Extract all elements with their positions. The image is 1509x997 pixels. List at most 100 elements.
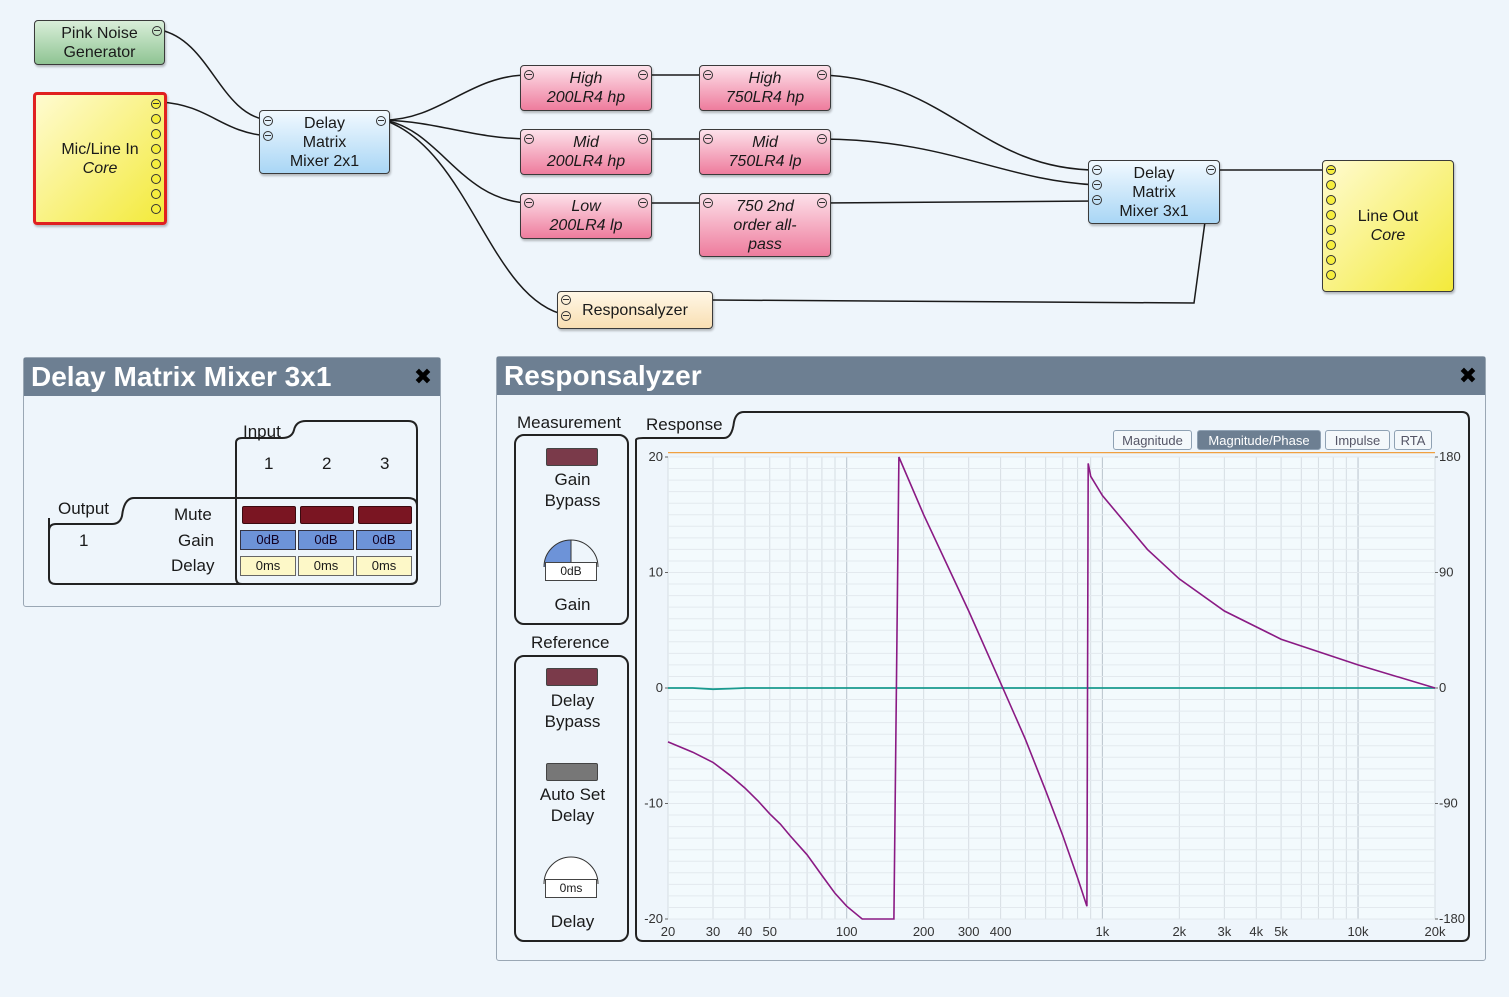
output-port[interactable]	[817, 134, 827, 144]
input-port[interactable]	[561, 295, 571, 305]
input-port[interactable]	[524, 70, 534, 80]
input-2-number: 2	[322, 454, 332, 473]
line-out-core-block[interactable]: Line Out Core	[1322, 160, 1454, 292]
responsalyzer-block[interactable]: Responsalyzer	[557, 291, 713, 329]
input-port[interactable]	[1092, 165, 1102, 175]
output-port[interactable]	[151, 204, 161, 214]
low-200lr4-lp-block[interactable]: Low 200LR4 lp	[520, 193, 652, 239]
auto-set-delay-button[interactable]	[546, 763, 598, 781]
tab-rta[interactable]: RTA	[1394, 430, 1432, 450]
reference-label: Reference	[531, 633, 610, 652]
mid-200lr4-hp-block[interactable]: Mid 200LR4 hp	[520, 129, 652, 175]
input-label: Input	[243, 422, 281, 441]
y-tick-label: -20	[644, 911, 663, 926]
output-port[interactable]	[638, 198, 648, 208]
output-port[interactable]	[817, 70, 827, 80]
input-port[interactable]	[263, 131, 273, 141]
block-label: 750LR4 hp	[725, 89, 805, 106]
output-port[interactable]	[376, 116, 386, 126]
delay-field-1[interactable]: 0ms	[240, 556, 296, 576]
input-port[interactable]	[524, 134, 534, 144]
mid-750lr4-lp-block[interactable]: Mid 750LR4 lp	[699, 129, 831, 175]
input-port[interactable]	[1326, 225, 1336, 235]
output-port[interactable]	[638, 134, 648, 144]
mic-line-in-core-block[interactable]: Mic/Line In Core	[33, 92, 167, 225]
x-tick-label: 3k	[1217, 924, 1231, 939]
output-port[interactable]	[151, 159, 161, 169]
tab-magnitude-phase[interactable]: Magnitude/Phase	[1197, 430, 1321, 450]
input-port[interactable]	[1326, 165, 1336, 175]
high-200lr4-hp-block[interactable]: High 200LR4 hp	[520, 65, 652, 111]
output-port[interactable]	[151, 174, 161, 184]
output-port[interactable]	[151, 99, 161, 109]
high-750lr4-hp-block[interactable]: High 750LR4 hp	[699, 65, 831, 111]
wire-pinknoise-dmm2x1	[159, 29, 269, 121]
close-icon[interactable]: ✖	[1457, 365, 1479, 387]
x-tick-label: 20k	[1425, 924, 1446, 939]
input-port[interactable]	[1092, 180, 1102, 190]
delay-matrix-mixer-panel: Delay Matrix Mixer 3x1 ✖ Input 1 2 3 Out…	[23, 357, 441, 607]
pink-noise-generator-block[interactable]: Pink Noise Generator	[34, 20, 165, 65]
output-port[interactable]	[151, 114, 161, 124]
block-label: 750 2nd	[736, 197, 794, 215]
input-port[interactable]	[1326, 210, 1336, 220]
delay-knob[interactable]: 0ms	[543, 855, 599, 898]
gain-bypass-button[interactable]	[546, 448, 598, 466]
y-tick-label: -10	[644, 796, 663, 811]
x-tick-label: 5k	[1274, 924, 1288, 939]
block-label: Delay	[304, 114, 345, 132]
block-label: Low	[571, 198, 601, 215]
input-port[interactable]	[1326, 270, 1336, 280]
tab-impulse[interactable]: Impulse	[1325, 430, 1390, 450]
delay-matrix-mixer-3x1-block[interactable]: Delay Matrix Mixer 3x1	[1088, 160, 1220, 224]
gain-bypass-label: Gain Bypass	[544, 470, 601, 510]
gain-field-3[interactable]: 0dB	[356, 530, 412, 550]
block-label: Responsalyzer	[582, 301, 688, 319]
y2-tick-label: 90	[1439, 565, 1453, 580]
output-port[interactable]	[638, 70, 648, 80]
input-port[interactable]	[703, 198, 713, 208]
input-port[interactable]	[1326, 195, 1336, 205]
delay-field-2[interactable]: 0ms	[298, 556, 354, 576]
x-tick-label: 100	[836, 924, 858, 939]
input-port[interactable]	[703, 70, 713, 80]
auto-set-delay-label: Auto Set Delay	[539, 785, 606, 825]
input-port[interactable]	[1326, 240, 1336, 250]
output-1-number: 1	[79, 531, 89, 550]
block-label: Mid	[573, 134, 599, 151]
x-tick-label: 400	[990, 924, 1012, 939]
gain-row-label: Gain	[178, 531, 214, 550]
gain-field-1[interactable]: 0dB	[240, 530, 296, 550]
gain-field-2[interactable]: 0dB	[298, 530, 354, 550]
output-port[interactable]	[152, 26, 162, 36]
input-port[interactable]	[263, 116, 273, 126]
delay-matrix-mixer-2x1-block[interactable]: Delay Matrix Mixer 2x1	[259, 110, 390, 174]
x-tick-label: 40	[738, 924, 752, 939]
mute-button-2[interactable]	[300, 506, 354, 524]
tab-magnitude[interactable]: Magnitude	[1113, 430, 1192, 450]
allpass-750-block[interactable]: 750 2nd order all-pass	[699, 193, 831, 257]
output-port[interactable]	[1206, 165, 1216, 175]
y2-tick-label: -90	[1439, 796, 1458, 811]
input-port[interactable]	[1326, 255, 1336, 265]
output-port[interactable]	[151, 129, 161, 139]
input-port[interactable]	[1092, 195, 1102, 205]
input-port[interactable]	[1326, 180, 1336, 190]
input-port[interactable]	[524, 198, 534, 208]
block-label: 200LR4 hp	[546, 89, 626, 106]
gain-knob[interactable]: 0dB	[543, 538, 599, 581]
delay-field-3[interactable]: 0ms	[356, 556, 412, 576]
block-label: High	[569, 70, 603, 87]
x-tick-label: 1k	[1096, 924, 1110, 939]
output-port[interactable]	[151, 144, 161, 154]
output-port[interactable]	[817, 198, 827, 208]
y-tick-label: 0	[656, 680, 663, 695]
mute-button-1[interactable]	[242, 506, 296, 524]
y2-tick-label: 180	[1439, 452, 1461, 464]
delay-bypass-button[interactable]	[546, 668, 598, 686]
mute-button-3[interactable]	[358, 506, 412, 524]
mute-row-label: Mute	[174, 505, 212, 524]
input-port[interactable]	[703, 134, 713, 144]
input-port[interactable]	[561, 311, 571, 321]
output-port[interactable]	[151, 189, 161, 199]
